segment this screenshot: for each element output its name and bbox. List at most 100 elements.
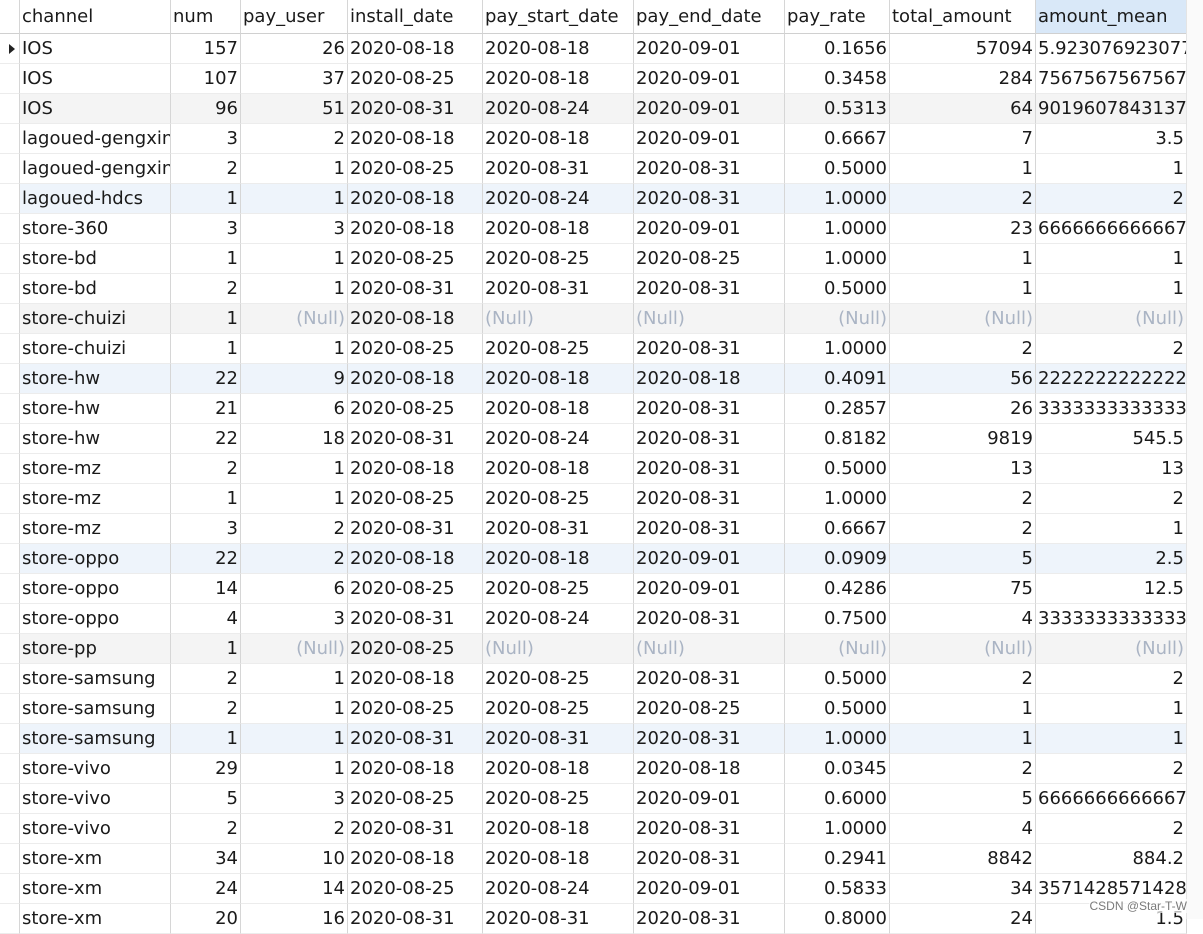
cell-pay-end-date[interactable]: 2020-09-01 — [634, 94, 785, 124]
cell-pay-end-date[interactable]: 2020-09-01 — [634, 874, 785, 904]
cell-pay-end-date[interactable]: 2020-09-01 — [634, 544, 785, 574]
cell-pay-start-date[interactable]: 2020-08-25 — [483, 574, 634, 604]
cell-pay-user[interactable]: 1 — [241, 454, 348, 484]
cell-pay-end-date[interactable]: 2020-08-31 — [634, 514, 785, 544]
cell-install-date[interactable]: 2020-08-25 — [348, 694, 483, 724]
cell-num[interactable]: 1 — [171, 244, 241, 274]
cell-amount-mean[interactable]: 1 — [1036, 154, 1187, 184]
cell-channel[interactable]: store-vivo — [20, 784, 171, 814]
table-row[interactable]: IOS 96 51 2020-08-31 2020-08-24 2020-09-01 0.5… — [0, 94, 1187, 124]
cell-pay-start-date[interactable]: 2020-08-25 — [483, 664, 634, 694]
table-row[interactable]: store-hw 22 9 2020-08-18 2020-08-18 2020-08-1… — [0, 364, 1187, 394]
cell-channel[interactable]: store-mz — [20, 514, 171, 544]
row-selector[interactable] — [0, 334, 20, 364]
cell-total-amount[interactable]: 1 — [890, 694, 1036, 724]
cell-pay-start-date[interactable]: 2020-08-18 — [483, 364, 634, 394]
cell-channel[interactable]: store-bd — [20, 274, 171, 304]
cell-num[interactable]: 2 — [171, 154, 241, 184]
cell-num[interactable]: 1 — [171, 304, 241, 334]
cell-pay-end-date[interactable]: 2020-08-31 — [634, 184, 785, 214]
row-selector[interactable] — [0, 604, 20, 634]
cell-channel[interactable]: store-samsung — [20, 664, 171, 694]
cell-install-date[interactable]: 2020-08-25 — [348, 64, 483, 94]
cell-pay-end-date[interactable]: 2020-09-01 — [634, 784, 785, 814]
cell-pay-end-date[interactable]: 2020-08-31 — [634, 844, 785, 874]
cell-pay-user[interactable]: 26 — [241, 34, 348, 64]
row-selector[interactable] — [0, 274, 20, 304]
cell-num[interactable]: 14 — [171, 574, 241, 604]
cell-amount-mean[interactable]: 1 — [1036, 724, 1187, 754]
row-selector[interactable] — [0, 64, 20, 94]
row-selector[interactable] — [0, 34, 20, 64]
cell-pay-end-date[interactable]: 2020-09-01 — [634, 34, 785, 64]
cell-pay-end-date[interactable]: (Null) — [634, 634, 785, 664]
cell-pay-user[interactable]: 1 — [241, 154, 348, 184]
cell-pay-user[interactable]: 1 — [241, 664, 348, 694]
table-row[interactable]: lagoued-gengxin 3 2 2020-08-18 2020-08-18 202… — [0, 124, 1187, 154]
cell-pay-end-date[interactable]: (Null) — [634, 304, 785, 334]
row-selector[interactable] — [0, 874, 20, 904]
cell-pay-rate[interactable]: 0.2941 — [785, 844, 890, 874]
cell-amount-mean[interactable]: 6666666666667 — [1036, 214, 1187, 244]
cell-pay-user[interactable]: 9 — [241, 364, 348, 394]
cell-num[interactable]: 22 — [171, 364, 241, 394]
cell-pay-start-date[interactable]: (Null) — [483, 304, 634, 334]
cell-pay-rate[interactable]: 0.3458 — [785, 64, 890, 94]
cell-num[interactable]: 107 — [171, 64, 241, 94]
cell-channel[interactable]: store-samsung — [20, 694, 171, 724]
result-grid[interactable]: channel num pay_user install_date pay_st… — [0, 0, 1187, 934]
cell-num[interactable]: 4 — [171, 604, 241, 634]
cell-total-amount[interactable]: 2 — [890, 334, 1036, 364]
cell-pay-rate[interactable]: 0.6000 — [785, 784, 890, 814]
cell-total-amount[interactable]: 1 — [890, 724, 1036, 754]
cell-pay-rate[interactable]: (Null) — [785, 634, 890, 664]
cell-num[interactable]: 24 — [171, 874, 241, 904]
row-selector[interactable] — [0, 754, 20, 784]
cell-install-date[interactable]: 2020-08-18 — [348, 124, 483, 154]
cell-total-amount[interactable]: 2 — [890, 664, 1036, 694]
cell-channel[interactable]: store-mz — [20, 454, 171, 484]
cell-pay-user[interactable]: 37 — [241, 64, 348, 94]
cell-pay-user[interactable]: 1 — [241, 694, 348, 724]
cell-total-amount[interactable]: 64 — [890, 94, 1036, 124]
cell-pay-rate[interactable]: 0.6667 — [785, 124, 890, 154]
cell-amount-mean[interactable]: 9019607843137 — [1036, 94, 1187, 124]
row-selector[interactable] — [0, 154, 20, 184]
cell-pay-user[interactable]: 18 — [241, 424, 348, 454]
cell-amount-mean[interactable]: 2.5 — [1036, 544, 1187, 574]
cell-install-date[interactable]: 2020-08-25 — [348, 484, 483, 514]
cell-pay-user[interactable]: 2 — [241, 814, 348, 844]
cell-install-date[interactable]: 2020-08-25 — [348, 244, 483, 274]
cell-pay-end-date[interactable]: 2020-08-18 — [634, 364, 785, 394]
table-row[interactable]: store-bd 1 1 2020-08-25 2020-08-25 2020-08-25… — [0, 244, 1187, 274]
cell-pay-rate[interactable]: 0.5313 — [785, 94, 890, 124]
row-selector[interactable] — [0, 454, 20, 484]
column-header-channel[interactable]: channel — [20, 0, 171, 34]
cell-total-amount[interactable]: 9819 — [890, 424, 1036, 454]
cell-total-amount[interactable]: 34 — [890, 874, 1036, 904]
table-row[interactable]: store-xm 34 10 2020-08-18 2020-08-18 2020-08-… — [0, 844, 1187, 874]
column-header-amount-mean[interactable]: amount_mean — [1036, 0, 1187, 34]
cell-total-amount[interactable]: 23 — [890, 214, 1036, 244]
cell-num[interactable]: 1 — [171, 634, 241, 664]
cell-total-amount[interactable]: 1 — [890, 154, 1036, 184]
row-selector[interactable] — [0, 664, 20, 694]
table-row[interactable]: store-oppo 14 6 2020-08-25 2020-08-25 2020-09… — [0, 574, 1187, 604]
cell-pay-rate[interactable]: 0.5000 — [785, 154, 890, 184]
row-selector[interactable] — [0, 574, 20, 604]
cell-total-amount[interactable]: (Null) — [890, 304, 1036, 334]
cell-amount-mean[interactable]: 1 — [1036, 244, 1187, 274]
cell-install-date[interactable]: 2020-08-25 — [348, 874, 483, 904]
cell-num[interactable]: 29 — [171, 754, 241, 784]
cell-channel[interactable]: store-chuizi — [20, 334, 171, 364]
cell-install-date[interactable]: 2020-08-25 — [348, 784, 483, 814]
cell-amount-mean[interactable]: 2 — [1036, 664, 1187, 694]
cell-pay-end-date[interactable]: 2020-08-18 — [634, 754, 785, 784]
cell-amount-mean[interactable]: 2 — [1036, 484, 1187, 514]
cell-total-amount[interactable]: 2 — [890, 484, 1036, 514]
table-row[interactable]: store-vivo 5 3 2020-08-25 2020-08-25 2020-09-… — [0, 784, 1187, 814]
table-row[interactable]: store-360 3 3 2020-08-18 2020-08-18 2020-09-0… — [0, 214, 1187, 244]
cell-amount-mean[interactable]: 3333333333333 — [1036, 604, 1187, 634]
row-selector[interactable] — [0, 364, 20, 394]
cell-pay-rate[interactable]: 0.2857 — [785, 394, 890, 424]
